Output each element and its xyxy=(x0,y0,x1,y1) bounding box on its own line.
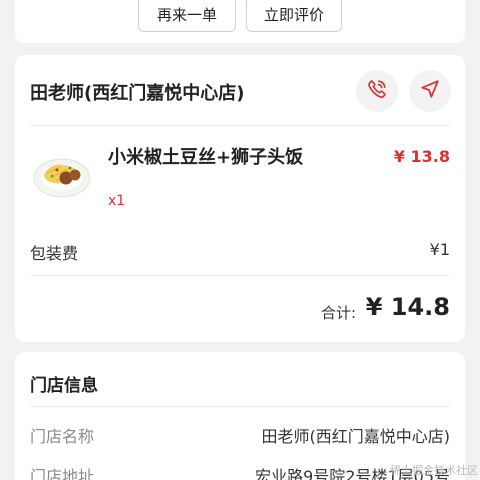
food-item-price: ¥ 13.8 xyxy=(393,147,450,166)
total-amount: ¥ 14.8 xyxy=(365,293,450,321)
divider xyxy=(30,406,450,407)
total-label: 合计: xyxy=(321,304,357,322)
review-button[interactable]: 立即评价 xyxy=(246,0,342,32)
watermark: 稀土掘金技术社区 xyxy=(390,464,478,477)
packaging-fee-label: 包装费 xyxy=(30,244,79,263)
store-name[interactable]: 田老师(西红门嘉悦中心店) xyxy=(30,79,244,105)
food-item-name[interactable]: 小米椒土豆丝+狮子头饭 xyxy=(108,143,303,169)
reorder-button[interactable]: 再来一单 xyxy=(138,0,236,32)
navigation-arrow-icon xyxy=(419,78,441,104)
navigate-store-button[interactable] xyxy=(409,70,451,112)
store-name-label: 门店名称 xyxy=(30,427,95,446)
order-actions-card: 再来一单 立即评价 xyxy=(15,0,465,43)
store-info-card: 门店信息 门店名称 田老师(西红门嘉悦中心店) 门店地址 宏业路9号院2号楼1层… xyxy=(15,352,465,480)
packaging-fee-value: ¥1 xyxy=(429,240,450,259)
store-name-value: 田老师(西红门嘉悦中心店) xyxy=(261,427,451,446)
store-address-label: 门店地址 xyxy=(30,467,95,480)
order-detail-card: 田老师(西红门嘉悦中心店) 小米椒土豆丝+狮子头饭 ¥ 13.8 x1 包装费 … xyxy=(15,55,465,342)
divider xyxy=(30,125,450,126)
call-store-button[interactable] xyxy=(356,70,398,112)
divider xyxy=(30,275,450,276)
food-thumbnail xyxy=(32,148,92,200)
section-title: 门店信息 xyxy=(30,376,98,396)
phone-icon xyxy=(366,78,388,104)
food-item-quantity: x1 xyxy=(108,193,126,209)
